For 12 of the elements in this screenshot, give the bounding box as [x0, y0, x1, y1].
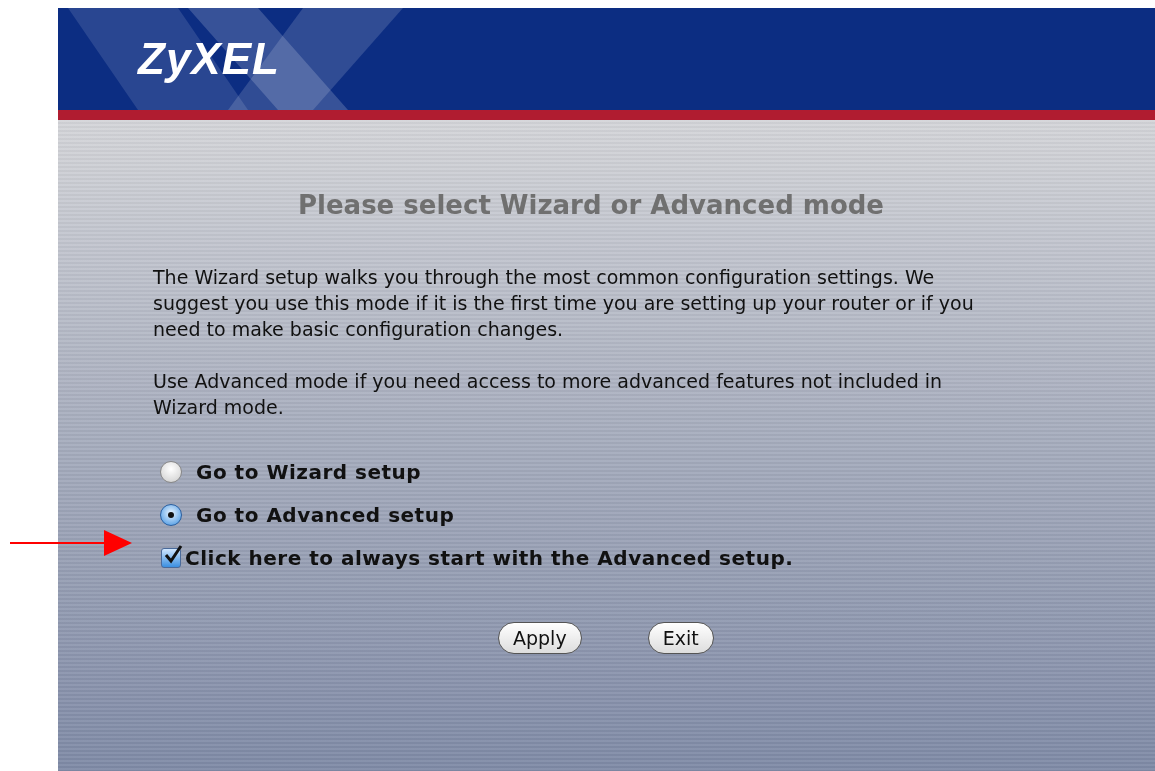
- option-label[interactable]: Click here to always start with the Advanced setup.: [185, 546, 794, 570]
- radio-button[interactable]: [160, 504, 182, 526]
- radio-button[interactable]: [160, 461, 182, 483]
- page-heading: Please select Wizard or Advanced mode: [298, 190, 885, 220]
- checkbox[interactable]: [161, 548, 181, 568]
- option-label[interactable]: Go to Advanced setup: [196, 503, 455, 527]
- description-text: The Wizard setup walks you through the most common configuration settings. We suggest you use this mode if it is the first time you are setting up your router or if you need to make basic configuration changes.: [153, 265, 975, 342]
- brand-logo: ZyXEL: [138, 34, 280, 84]
- option-label[interactable]: Go to Wizard setup: [196, 460, 422, 484]
- action-button[interactable]: Exit: [647, 622, 714, 654]
- description-text: Use Advanced mode if you need access to more advanced features not included in Wizard mode.: [153, 369, 944, 420]
- action-button[interactable]: Apply: [498, 622, 582, 654]
